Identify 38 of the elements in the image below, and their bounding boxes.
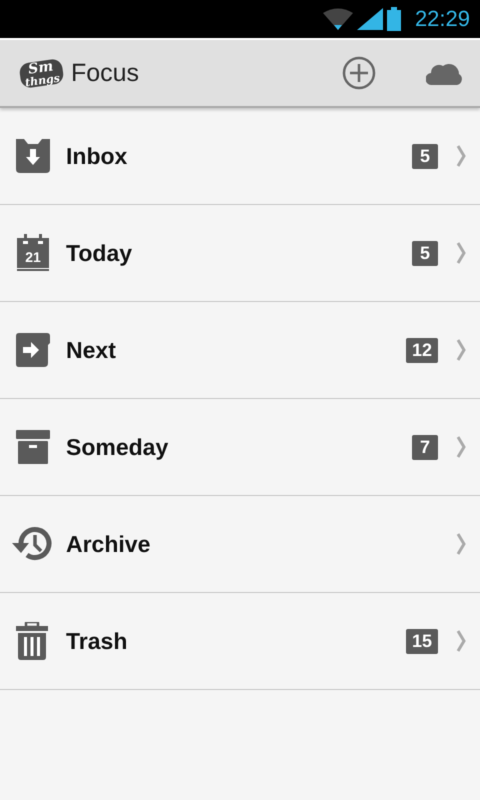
list-item[interactable]: Next 12 — [0, 302, 480, 399]
plus-circle-icon — [342, 56, 376, 90]
count-badge: 15 — [406, 628, 438, 654]
history-clock-icon — [9, 525, 53, 563]
inbox-tray-icon — [16, 139, 50, 173]
chevron-icon — [456, 630, 466, 652]
list-item[interactable]: Trash 15 — [0, 593, 480, 690]
chevron-icon — [456, 436, 466, 458]
wifi-icon — [322, 8, 353, 30]
trash-icon — [16, 622, 48, 660]
count-badge: 7 — [412, 434, 438, 460]
chevron-icon — [456, 339, 466, 361]
add-button[interactable] — [342, 56, 376, 90]
item-label: Today — [66, 240, 134, 266]
list-item[interactable]: Archive — [0, 496, 480, 593]
arrow-box-icon — [16, 333, 50, 367]
count-badge: 5 — [412, 240, 438, 266]
sync-button[interactable] — [426, 61, 462, 85]
item-label: Next — [66, 336, 117, 364]
screen-title: Focus — [70, 58, 140, 88]
count-badge: 12 — [406, 338, 438, 362]
list-item[interactable]: 21 Today 5 — [0, 205, 480, 302]
chevron-icon — [456, 242, 466, 264]
app-logo[interactable]: Sm thngs — [18, 58, 64, 88]
list-item[interactable]: Someday 7 — [0, 399, 480, 496]
cloud-icon — [426, 61, 462, 85]
signal-icon — [356, 8, 383, 30]
item-label: Trash — [66, 628, 128, 654]
item-label: Archive — [66, 530, 152, 558]
count-badge: 5 — [412, 144, 438, 168]
clock-time: 22:29 — [414, 6, 470, 32]
chevron-icon — [456, 533, 466, 555]
item-label: Inbox — [66, 142, 128, 170]
battery-icon — [386, 7, 401, 31]
chevron-icon — [456, 145, 466, 167]
item-label: Someday — [66, 434, 170, 460]
box-icon — [16, 430, 50, 464]
list-item[interactable]: Inbox 5 — [0, 108, 480, 205]
